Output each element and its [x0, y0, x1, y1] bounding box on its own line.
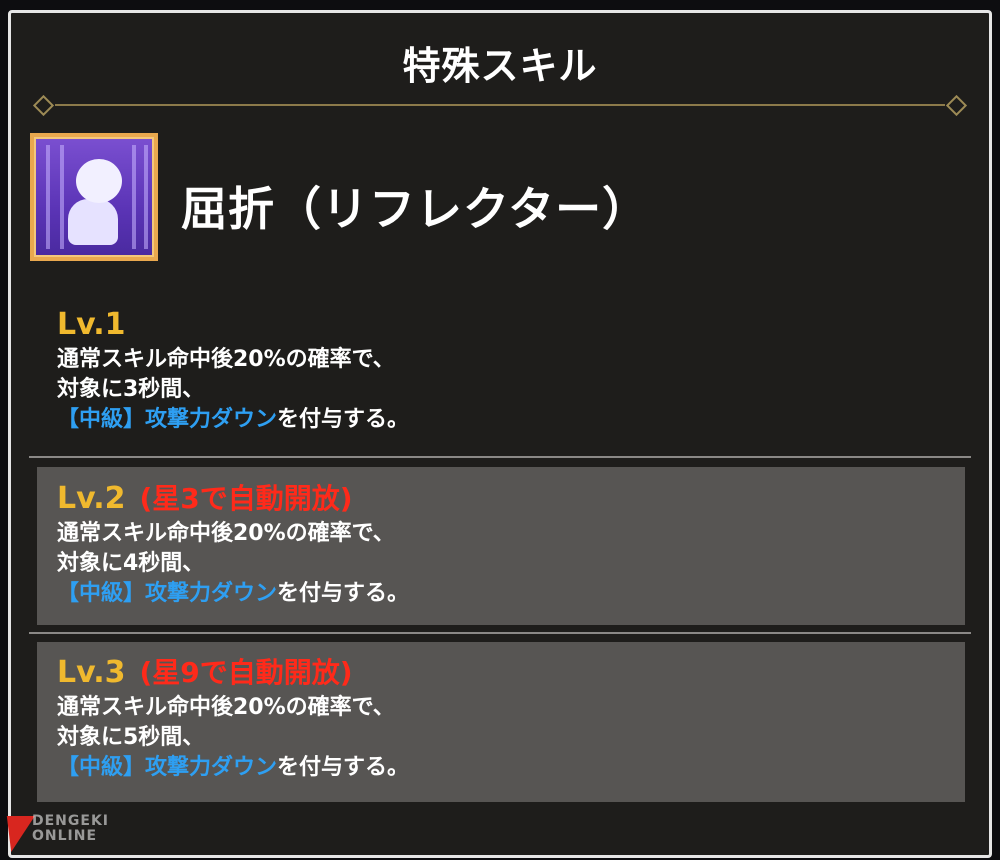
dengeki-online-watermark: DENGEKI ONLINE — [0, 812, 132, 856]
watermark-line2: ONLINE — [32, 828, 98, 844]
skill-level-1: Lv.1 通常スキル命中後20%の確率で、 対象に3秒間、 【中級】攻撃力ダウン… — [57, 305, 409, 435]
lightning-bolt-icon — [0, 816, 35, 852]
skill-icon — [30, 133, 158, 261]
ghost-prisoner-icon — [34, 137, 154, 257]
panel-title: 特殊スキル — [402, 44, 598, 88]
level-label: Lv.1 — [57, 307, 126, 342]
special-skill-panel: 特殊スキル 屈折（リフレクター） Lv.1 通常スキル命中後20%の確率で、 対… — [8, 10, 992, 858]
level-desc-line2: 対象に3秒間、 — [57, 377, 205, 402]
level-label: Lv.2 — [57, 481, 126, 516]
divider-diamond-right — [945, 94, 968, 117]
level-effect: 【中級】攻撃力ダウン — [57, 755, 278, 780]
level-unlock-condition: (星3で自動開放) — [139, 482, 353, 515]
level-unlock-condition: (星9で自動開放) — [139, 656, 353, 689]
level-effect: 【中級】攻撃力ダウン — [57, 581, 278, 606]
level-desc-line2: 対象に4秒間、 — [57, 551, 205, 576]
level-separator — [29, 632, 971, 634]
level-desc-line1: 通常スキル命中後20%の確率で、 — [57, 347, 395, 372]
skill-name: 屈折（リフレクター） — [181, 182, 650, 236]
level-desc-line1: 通常スキル命中後20%の確率で、 — [57, 695, 395, 720]
divider-diamond-left — [32, 94, 55, 117]
level-desc-line1: 通常スキル命中後20%の確率で、 — [57, 521, 395, 546]
level-effect-suffix: を付与する。 — [277, 581, 410, 606]
level-effect-suffix: を付与する。 — [277, 407, 410, 432]
watermark-line1: DENGEKI — [32, 813, 110, 829]
skill-level-3: Lv.3 (星9で自動開放) 通常スキル命中後20%の確率で、 対象に5秒間、 【… — [57, 653, 409, 783]
level-separator — [29, 456, 971, 458]
level-label: Lv.3 — [57, 655, 126, 690]
level-effect: 【中級】攻撃力ダウン — [57, 407, 278, 432]
level-effect-suffix: を付与する。 — [277, 755, 410, 780]
level-desc-line2: 対象に5秒間、 — [57, 725, 205, 750]
title-divider — [32, 94, 968, 117]
skill-level-2: Lv.2 (星3で自動開放) 通常スキル命中後20%の確率で、 対象に4秒間、 【… — [57, 479, 409, 609]
